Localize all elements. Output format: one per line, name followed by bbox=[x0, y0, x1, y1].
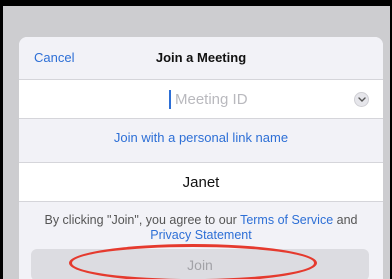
privacy-statement-link[interactable]: Privacy Statement bbox=[150, 228, 251, 242]
screen: Cancel Join a Meeting Join with a person… bbox=[3, 6, 390, 279]
join-meeting-dialog: Cancel Join a Meeting Join with a person… bbox=[19, 37, 383, 279]
dialog-header: Cancel Join a Meeting bbox=[19, 37, 383, 79]
terms-prefix: By clicking "Join", you agree to our bbox=[44, 213, 241, 227]
display-name-row bbox=[19, 163, 383, 201]
divider bbox=[19, 118, 383, 119]
dialog-title: Join a Meeting bbox=[155, 50, 247, 65]
display-name-input[interactable] bbox=[19, 163, 383, 201]
meeting-id-input[interactable] bbox=[175, 88, 325, 110]
join-personal-link-button[interactable]: Join with a personal link name bbox=[19, 130, 383, 154]
join-button[interactable]: Join bbox=[31, 249, 369, 279]
meeting-id-row bbox=[19, 80, 383, 118]
terms-conjunction: and bbox=[333, 213, 358, 227]
text-caret bbox=[169, 90, 171, 109]
meeting-history-dropdown[interactable] bbox=[354, 92, 369, 107]
chevron-down-icon bbox=[358, 97, 366, 102]
terms-notice: By clicking "Join", you agree to our Ter… bbox=[27, 213, 375, 243]
divider bbox=[19, 201, 383, 202]
terms-of-service-link[interactable]: Terms of Service bbox=[240, 213, 333, 227]
